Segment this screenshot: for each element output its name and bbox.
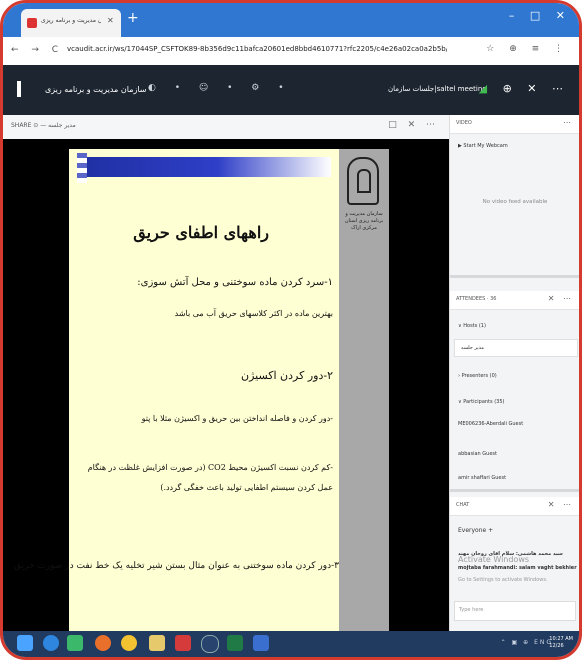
clock-date: 12/26 [549,642,564,649]
chat-placeholder: Type here [459,607,484,613]
browser-tab[interactable]: سازمان مدیریت و برنامه ریزی ✕ [21,9,121,37]
new-tab-button[interactable]: + [127,10,139,26]
share-controls[interactable]: □ ✕ ⋯ [388,120,439,130]
signal-icon: ◢ [478,82,494,95]
video-pod-menu[interactable]: ⋯ [563,118,574,127]
address-bar-icons[interactable]: ☆ ⊕ ≡ ⋮ [486,44,569,54]
menu-icon[interactable] [17,81,21,97]
share-pod: SHARE ⊙ — مدیر جلسه □ ✕ ⋯ سازمان مدیریت … [3,115,449,633]
slide-sidebar: سازمان مدیریت و برنامه ریزی استان مرکزی … [339,149,389,633]
slide-line: بهترین ماده در اکثر کلاسهای حریق آب می ب… [174,309,333,318]
slide-side-text: سازمان مدیریت و برنامه ریزی استان مرکزی … [344,211,384,231]
attendees-pod-controls[interactable]: ✕ ⋯ [548,294,574,303]
organization-name: سازمان مدیریت و برنامه ریزی [45,85,147,94]
side-panel: VIDEO ⋯ ▶ Start My Webcam No video feed … [449,115,579,631]
tab-bar: سازمان مدیریت و برنامه ریزی ✕ + – □ ✕ [3,3,579,37]
chat-input[interactable]: Type here [454,601,576,621]
slide-line: ۱-سرد کردن ماده سوختنی و محل آتش سوزی: [137,277,333,288]
window-controls[interactable]: – □ ✕ [509,9,571,22]
chat-pod-header: CHAT ✕ ⋯ [450,497,579,516]
app-header: سازمان مدیریت و برنامه ریزی ◐ • ☺ • ⚙ • … [3,65,579,115]
share-toolbar: SHARE ⊙ — مدیر جلسه □ ✕ ⋯ [3,115,449,139]
attendees-pod-header: ATTENDEES · 36 ✕ ⋯ [450,291,579,310]
header-right-controls[interactable]: ◢ ⊕ ✕ ⋯ [479,82,569,95]
excel-icon[interactable] [227,635,243,651]
presentation-slide: سازمان مدیریت و برنامه ریزی استان مرکزی … [14,149,389,633]
chat-pod-controls[interactable]: ✕ ⋯ [548,500,574,509]
header-right-buttons[interactable]: ⊕ ✕ ⋯ [503,82,569,95]
edge-icon[interactable] [43,635,59,651]
participants-group[interactable]: ∨ Participants (35) [458,399,504,405]
slide-decoration [77,153,87,183]
windows-taskbar: ⌃ ▣ ⊕ ENG 10:27 AM 12/26 [3,631,579,657]
word-icon[interactable] [253,635,269,651]
chrome-icon[interactable] [121,635,137,651]
slide-header-bar [79,157,331,177]
activate-windows-hint: Go to Settings to activate Windows. [458,577,548,583]
video-pod-header: VIDEO ⋯ [450,115,579,134]
acrobat-icon[interactable] [175,635,191,651]
tray-clock[interactable]: 10:27 AM 12/26 [549,636,573,649]
slide-line: ۲-دور کردن اکسیژن [240,369,333,382]
windows-icon[interactable] [17,635,33,651]
slide-title: راههای اطفای حریق [133,223,269,242]
host-name: مدیر جلسه [461,345,484,351]
tab-title: سازمان مدیریت و برنامه ریزی [41,17,101,24]
video-pod-label: VIDEO [456,120,472,126]
chat-message: mojtaba farahmandi: salam vaght bekhier [458,565,577,571]
file-explorer-icon[interactable] [67,635,83,651]
header-controls[interactable]: ◐ • ☺ • ⚙ • [148,83,292,93]
system-tray[interactable]: ⌃ ▣ ⊕ ENG [501,639,553,646]
slide-line: -کم کردن نسبت اکسیژن محیط CO2 (در صورت ا… [87,463,333,472]
slide-line: عمل کردن سیستم اطفایی تولید باعث خفگی گر… [160,483,333,492]
hosts-group[interactable]: ∨ Hosts (1) [458,323,486,329]
folder-icon[interactable] [149,635,165,651]
organization-logo-icon [347,157,379,205]
participant-item[interactable]: abbasian Guest [458,451,497,457]
participant-item[interactable]: ME006236-Aberdali Guest [458,421,523,427]
participant-item[interactable]: amir shaffari Guest [458,475,506,481]
adobe-connect-icon [27,18,37,28]
host-row[interactable]: مدیر جلسه [454,339,578,357]
nav-controls[interactable]: ← → C [11,45,63,55]
url-field[interactable]: vcaudit.acr.ir/ws/17044SP_CSFTOK89-8b356… [67,45,447,53]
slide-line: ۳-دور کردن ماده سوختنی به عنوان مثال بست… [13,561,339,571]
meeting-title: جلسات سازمان|saltel meeting [388,85,487,93]
chat-pod-label: CHAT [456,502,470,508]
media-icon[interactable] [201,635,219,653]
presenters-group[interactable]: › Presenters (0) [458,373,497,379]
activate-windows-watermark: Activate Windows [458,555,530,564]
firefox-icon[interactable] [95,635,111,651]
start-webcam-button[interactable]: ▶ Start My Webcam [458,143,508,149]
share-label: SHARE ⊙ — مدیر جلسه [11,122,76,129]
address-bar: ← → C vcaudit.acr.ir/ws/17044SP_CSFTOK89… [3,37,579,66]
slide-line: -دور کردن و فاصله انداختن بین حریق و اکس… [141,414,333,423]
pod-divider [450,275,579,278]
browser-window: سازمان مدیریت و برنامه ریزی ✕ + – □ ✕ ← … [0,0,582,660]
chat-tab-everyone[interactable]: Everyone + [458,527,493,534]
pod-divider [450,489,579,492]
tab-close-button[interactable]: ✕ [107,16,114,25]
clock-time: 10:27 AM [549,636,573,642]
no-video-message: No video feed available [482,199,548,205]
attendees-pod-label: ATTENDEES · 36 [456,296,497,302]
